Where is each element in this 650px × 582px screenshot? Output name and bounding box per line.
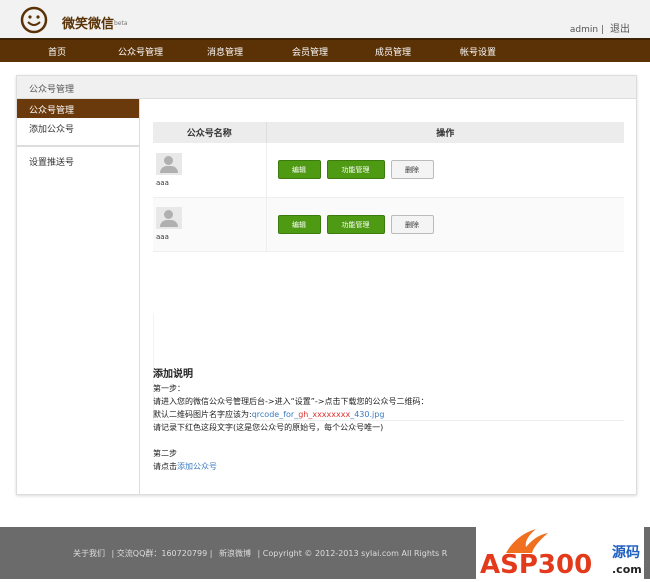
header: 微笑微信 beta admin | 退出	[0, 0, 650, 38]
add-account-link[interactable]: 添加公众号	[177, 462, 217, 471]
about-link[interactable]: 关于我们	[73, 549, 105, 558]
function-manage-button[interactable]: 功能管理	[326, 160, 385, 180]
qq-group: | 交流QQ群：160720799 |	[111, 549, 213, 558]
logout-link[interactable]: 退出	[610, 24, 630, 35]
col-ops-header: 操作	[266, 122, 624, 143]
account-name: aaa	[156, 233, 169, 241]
avatar-icon	[156, 152, 182, 175]
separator: |	[601, 25, 605, 35]
svg-text:ASP300: ASP300	[480, 550, 592, 579]
step2-label: 第二步	[153, 449, 177, 458]
instructions-title: 添加说明	[153, 369, 193, 380]
accounts-table: 公众号名称 操作 aaa 编辑 功能管理 删除 aaa 编辑 功能管理 删除	[153, 122, 624, 252]
instructions: 添加说明 第一步： 请进入您的微信公众号管理后台->进入“设置”->点击下载您的…	[153, 368, 428, 473]
avatar-icon	[156, 207, 182, 229]
text: 默认二维码图片名字应该为:	[153, 410, 252, 419]
svg-text:源码: 源码	[612, 544, 640, 561]
nav-staff[interactable]: 成员管理	[375, 45, 411, 58]
edit-button[interactable]: 编辑	[277, 214, 321, 234]
step2-line: 请点击添加公众号	[153, 460, 428, 473]
function-manage-button[interactable]: 功能管理	[326, 214, 385, 234]
step1-line1: 请进入您的微信公众号管理后台->进入“设置”->点击下载您的公众号二维码：	[153, 397, 429, 406]
text: 请点击	[153, 462, 177, 471]
nav-members[interactable]: 会员管理	[292, 45, 328, 58]
beta-label: beta	[114, 20, 128, 27]
delete-button[interactable]: 删除	[390, 160, 434, 180]
watermark-logo: ASP300 源码 .com	[476, 525, 644, 580]
user-area: admin | 退出	[567, 20, 630, 35]
filename-part: _430.jpg	[350, 410, 385, 419]
asp300-logo-icon: ASP300 源码 .com	[480, 529, 642, 580]
step1-line3: 请记录下红色这段文字(这是您公众号的原始号，每个公众号唯一)	[153, 423, 384, 432]
weibo-link[interactable]: 新浪微博	[219, 549, 251, 558]
delete-button[interactable]: 删除	[390, 214, 434, 234]
original-id-part: gh_xxxxxxxx	[298, 410, 351, 419]
username-link[interactable]: admin	[570, 25, 598, 35]
sidebar: 公众号管理 添加公众号 设置推送号	[17, 99, 140, 494]
brand-name: 微笑微信	[62, 17, 115, 32]
nav-home[interactable]: 首页	[48, 45, 66, 58]
table-row: aaa 编辑 功能管理 删除	[153, 143, 624, 198]
account-name: aaa	[156, 178, 169, 187]
smiley-logo-icon	[20, 6, 48, 34]
panel-title: 公众号管理	[17, 76, 636, 99]
step1-line2: 默认二维码图片名字应该为:qrcode_for_gh_xxxxxxxx_430.…	[153, 408, 428, 421]
nav-messages[interactable]: 消息管理	[207, 45, 243, 58]
table-row: aaa 编辑 功能管理 删除	[153, 197, 624, 252]
edit-button[interactable]: 编辑	[277, 160, 321, 180]
filename-part: qrcode_for_	[251, 410, 299, 419]
nav-accounts[interactable]: 公众号管理	[118, 45, 163, 58]
col-name-header: 公众号名称	[153, 122, 267, 143]
svg-text:.com: .com	[612, 563, 642, 576]
sidebar-item-accounts[interactable]: 公众号管理	[17, 99, 139, 118]
main-panel: 公众号管理 公众号管理 添加公众号 设置推送号 公众号名称 操作 aaa 编辑 功能…	[16, 75, 637, 495]
main-nav: 首页 公众号管理 消息管理 会员管理 成员管理 帐号设置	[0, 38, 650, 62]
copyright: | Copyright © 2012-2013 sylai.com All Ri…	[257, 549, 448, 558]
sidebar-item-add-account[interactable]: 添加公众号	[17, 118, 139, 137]
nav-settings[interactable]: 帐号设置	[460, 45, 496, 58]
step1-label: 第一步：	[153, 384, 185, 393]
sidebar-item-push[interactable]: 设置推送号	[17, 151, 139, 170]
